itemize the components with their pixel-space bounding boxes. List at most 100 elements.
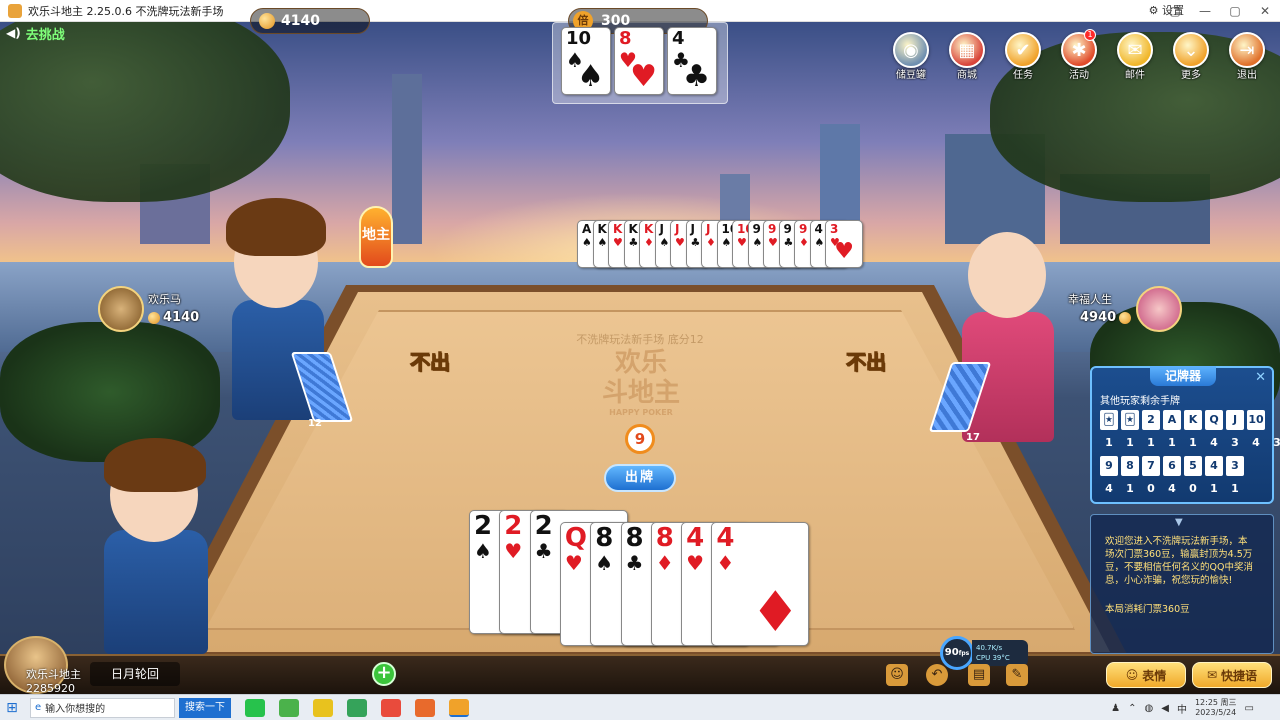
logo-line2: 斗地主 — [601, 378, 680, 408]
speaker-icon[interactable]: ◀) — [6, 26, 21, 40]
card-rank: 8 — [655, 523, 674, 553]
card-rank: 10 — [566, 28, 592, 49]
network-icon[interactable]: ◍ — [1145, 703, 1154, 714]
chevron-up-icon[interactable]: ⌃ — [1128, 703, 1136, 714]
menu-piggy-bank[interactable]: ◉ 储豆罐 — [886, 32, 936, 81]
menu-shop[interactable]: ▦ 商城 — [942, 32, 992, 81]
quick-chat-label: 快捷语 — [1221, 668, 1258, 683]
person-icon[interactable]: ♟ — [1111, 703, 1120, 714]
card-rank: 2 — [534, 511, 553, 541]
tower-building — [392, 74, 422, 244]
app-icon[interactable] — [415, 698, 435, 717]
menu-task[interactable]: ✔ 任务 — [998, 32, 1048, 81]
menu-label: 活动 — [1069, 70, 1089, 81]
menu-mail[interactable]: ✉ 邮件 — [1110, 32, 1160, 81]
system-tray: ♟ ⌃ ◍ ◀ 中 12:25 周三 2023/5/24 ▭ — [1111, 695, 1254, 720]
taskbar-search[interactable]: e 输入你想搜的 — [30, 697, 175, 718]
skin-icon[interactable]: ▢ — [1160, 0, 1190, 22]
volume-icon[interactable]: ◀ — [1161, 703, 1169, 714]
collapse-icon[interactable]: ▼ — [1175, 517, 1183, 528]
card-suit-large: ♥ — [630, 59, 657, 94]
card-memory-counts2: 4104011 — [1100, 482, 1244, 495]
card-rank: 3 — [830, 222, 839, 236]
clock[interactable]: 12:25 周三 2023/5/24 — [1195, 698, 1237, 718]
menu-gift[interactable]: ✱ 活动 1 — [1054, 29, 1104, 81]
play-button[interactable]: 出牌 — [604, 464, 676, 492]
card-memory-rank: 5 — [1184, 456, 1202, 476]
menu-label: 任务 — [1013, 70, 1033, 81]
turn-timer: 9 — [625, 424, 655, 454]
quick-chat-button[interactable]: ✉ 快捷语 — [1192, 662, 1272, 688]
card-rank: 9 — [752, 222, 761, 236]
card-memory-rank: 8 — [1121, 456, 1139, 476]
more-icon: ⌄ — [1173, 32, 1209, 68]
app-icon[interactable] — [245, 698, 265, 717]
system-message-text: 欢迎您进入不洗牌玩法新手场，本场次门票360豆，输赢封顶为4.5万豆，不要相信任… — [1105, 536, 1253, 586]
card-memory-count: 3 — [1273, 436, 1280, 449]
maximize-button[interactable]: ▢ — [1220, 0, 1250, 22]
card-memory-count: 4 — [1210, 436, 1218, 449]
close-icon[interactable]: ✕ — [1255, 370, 1266, 385]
landlord-badge: 地主 — [359, 206, 393, 268]
add-beans-button[interactable]: + — [372, 662, 396, 686]
card-memory-count: 1 — [1105, 436, 1113, 449]
net-speed: 40.7K/s — [976, 644, 1003, 652]
search-placeholder: 输入你想搜的 — [45, 704, 106, 715]
card-suit: ♠ — [659, 236, 670, 249]
card-suit: ♦ — [655, 551, 674, 575]
ime-indicator[interactable]: 中 — [1177, 701, 1187, 716]
card-suit: ♠ — [597, 236, 608, 249]
left-player-bean-count: 4140 — [163, 310, 200, 325]
menu-more[interactable]: ⌄ 更多 — [1166, 32, 1216, 81]
fps-unit: fps — [958, 650, 970, 657]
undo-icon[interactable]: ↶ — [926, 664, 948, 686]
card-suit: ♠ — [582, 236, 592, 249]
robot-icon[interactable]: ☺ — [886, 664, 908, 686]
challenge-link[interactable]: ◀) 去挑战 — [6, 24, 65, 43]
card-memory-count: 1 — [1168, 436, 1176, 449]
card-memory-row1: 🃏 🃏 2 A K Q J 10 — [1100, 410, 1265, 430]
right-player-card-count: 17 — [966, 432, 980, 443]
card-memory-count: 1 — [1147, 436, 1155, 449]
challenge-label: 去挑战 — [25, 27, 65, 43]
search-button[interactable]: 搜索一下 — [179, 697, 231, 718]
card-memory-row2: 9876543 — [1100, 456, 1244, 476]
card-memory-rank: A — [1163, 410, 1181, 430]
windows-start-icon[interactable]: ⊞ — [0, 700, 24, 716]
cpu-temp: CPU 39°C — [976, 654, 1010, 662]
app-icon[interactable] — [347, 698, 367, 717]
app-icon[interactable] — [279, 698, 299, 717]
app-icon[interactable] — [381, 698, 401, 717]
system-message-fee: 本局消耗门票360豆 — [1105, 604, 1190, 615]
notification-icon[interactable]: ▭ — [1245, 703, 1254, 714]
window-title: 欢乐斗地主 2.25.0.6 不洗牌玩法新手场 — [28, 4, 224, 18]
card-suit: ♥ — [564, 551, 583, 575]
app-icon[interactable] — [313, 698, 333, 717]
app-logo-icon — [8, 3, 22, 18]
card-suit: ♠ — [474, 539, 492, 563]
landlord-card: 10 ♠ ♠ — [561, 27, 611, 95]
card-rank: 2 — [474, 511, 493, 541]
logo-sub: HAPPY POKER — [609, 408, 673, 417]
record-icon[interactable]: ✎ — [1006, 664, 1028, 686]
card-memory-icon[interactable]: ▤ — [968, 664, 990, 686]
card-suit: ♥ — [675, 236, 685, 249]
card-suit: ♥ — [613, 236, 623, 249]
minimize-button[interactable]: — — [1190, 0, 1220, 22]
card-rank: 4 — [672, 28, 685, 49]
chat-icon: ✉ — [1206, 668, 1218, 682]
right-player-avatar[interactable] — [1136, 286, 1182, 332]
game-taskbar-icon[interactable] — [449, 698, 469, 717]
my-beans-pill: 4140 — [250, 8, 370, 34]
character-hair — [104, 438, 206, 492]
left-player-avatar[interactable] — [98, 286, 144, 332]
card-rank: 8 — [625, 523, 644, 553]
card-suit: ♣ — [534, 539, 553, 563]
emoji-button[interactable]: ☺ 表情 — [1106, 662, 1186, 688]
card-rank: J — [659, 222, 664, 236]
close-button[interactable]: ✕ — [1250, 0, 1280, 22]
card-suit: ♦ — [644, 236, 654, 249]
hand-card[interactable]: 4 ♦ ♦ — [711, 522, 810, 646]
menu-label: 邮件 — [1125, 70, 1145, 81]
menu-exit[interactable]: ⇥ 退出 — [1222, 32, 1272, 81]
